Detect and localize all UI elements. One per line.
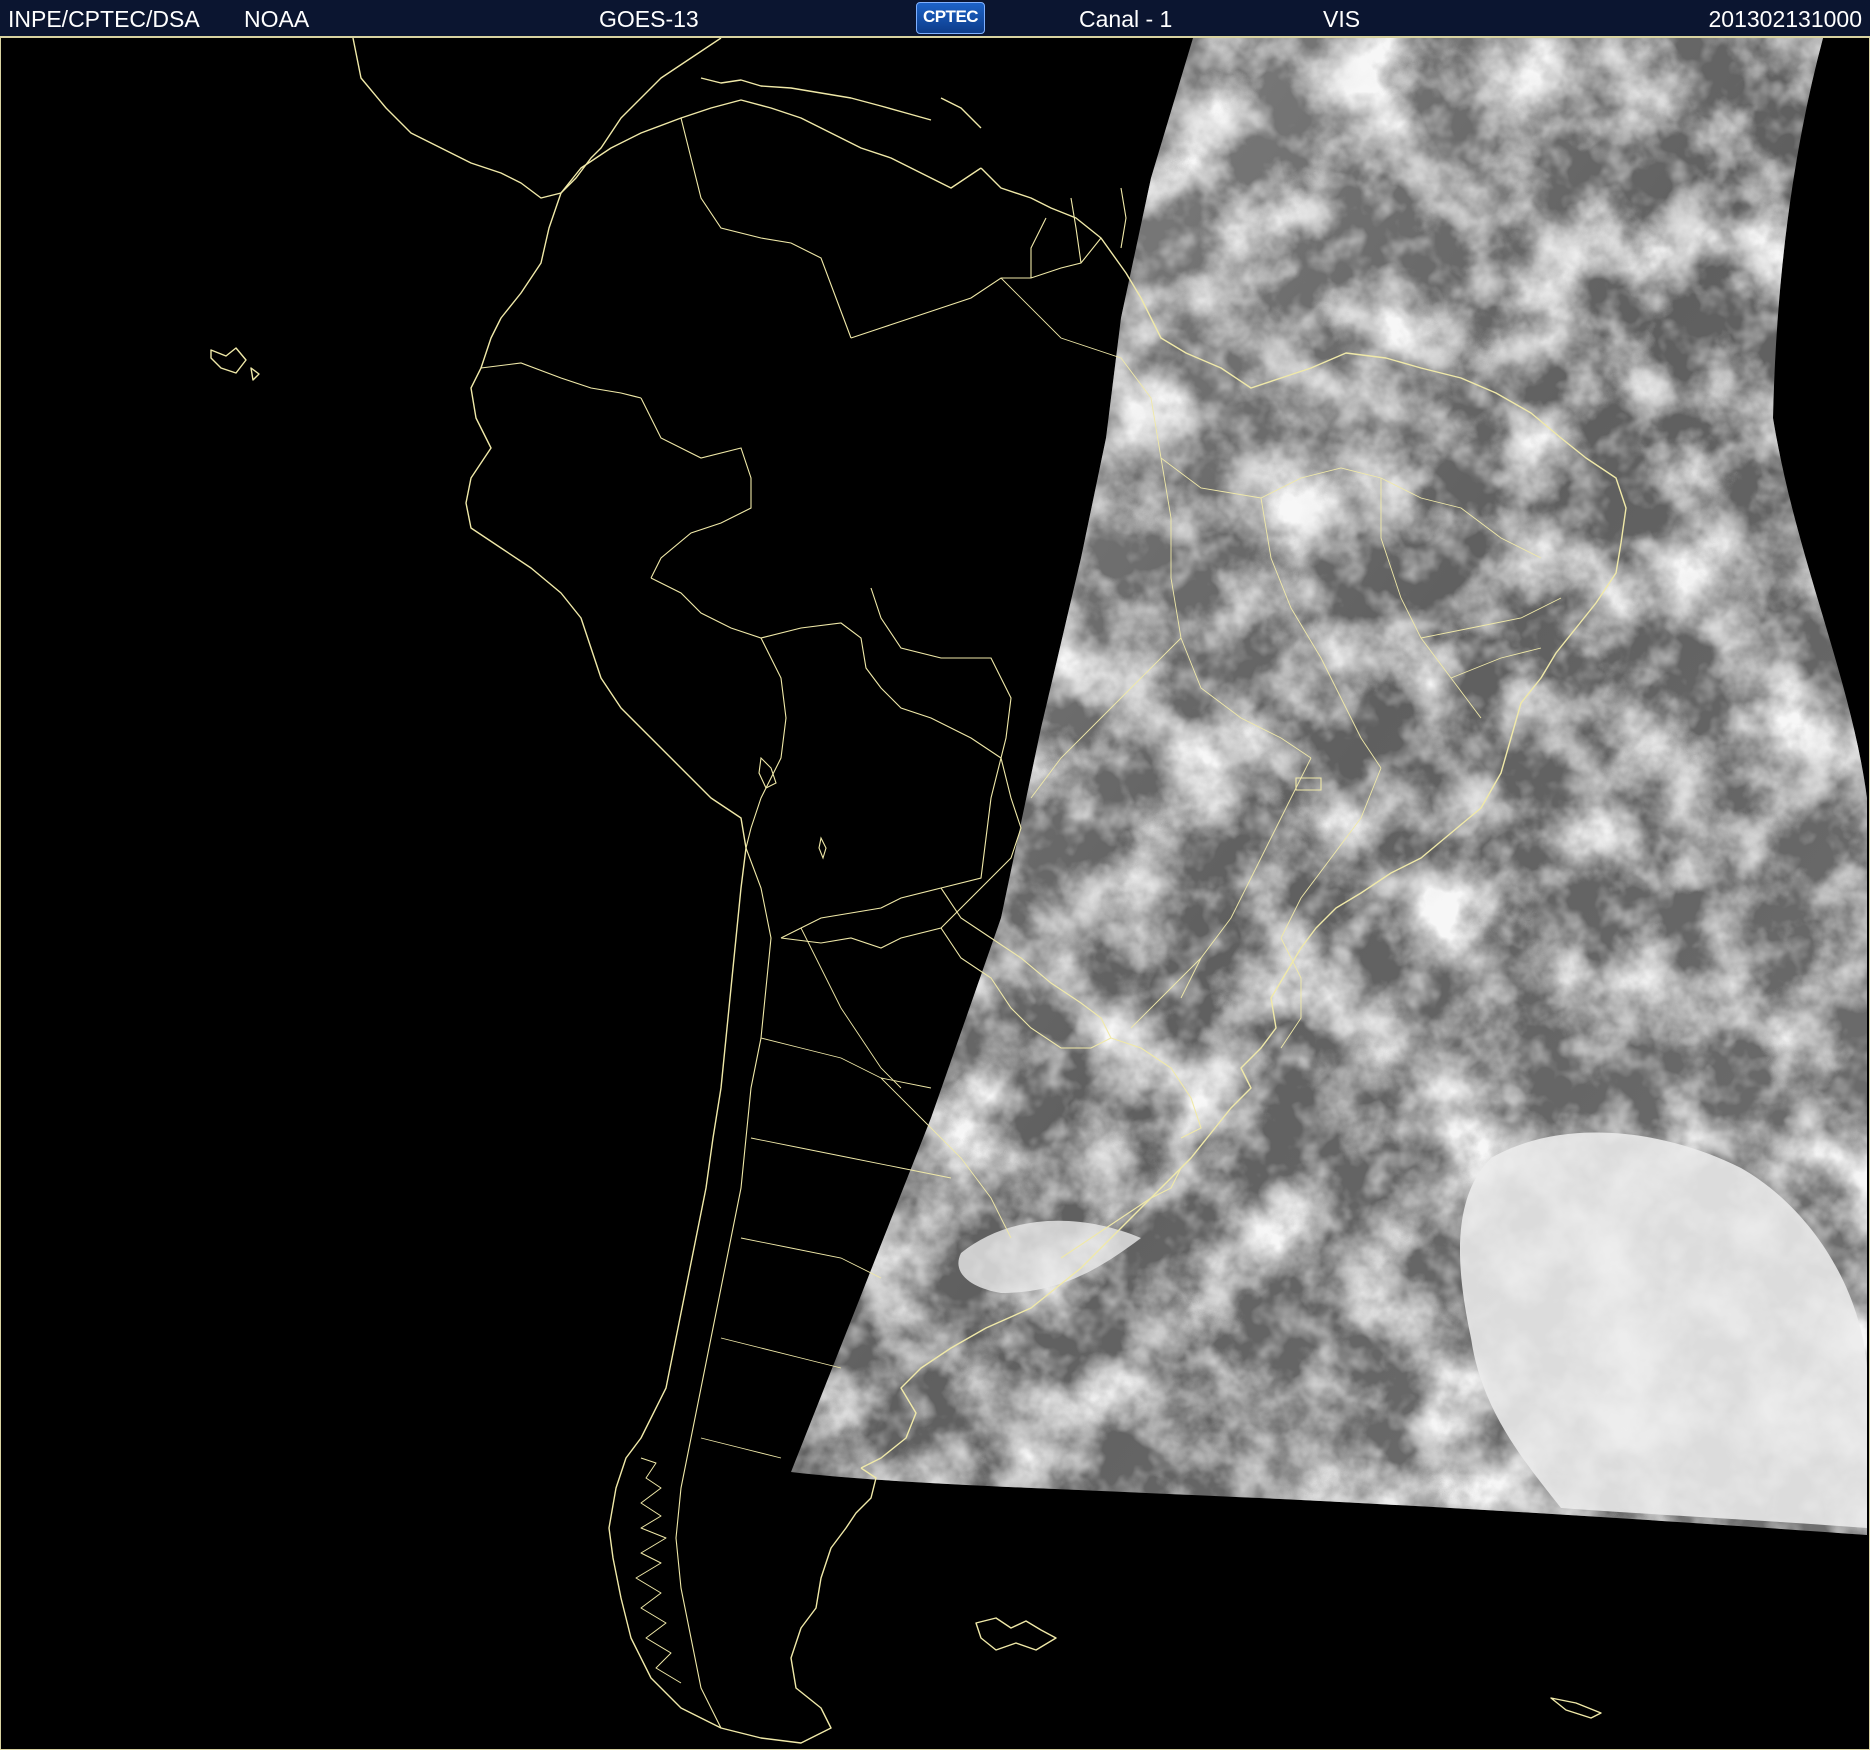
timestamp-label: 201302131000 xyxy=(1708,6,1863,32)
cptec-logo: CPTEC xyxy=(916,2,985,34)
institution-label: INPE/CPTEC/DSA xyxy=(8,6,200,32)
header-bar: INPE/CPTEC/DSA NOAA GOES-13 CPTEC Canal … xyxy=(0,0,1870,37)
logo-text: CPTEC xyxy=(922,7,979,26)
satellite-image-svg xyxy=(1,38,1869,1749)
satellite-label: GOES-13 xyxy=(599,6,699,32)
agency-label: NOAA xyxy=(244,6,310,32)
band-label: VIS xyxy=(1323,6,1361,32)
satellite-map xyxy=(0,37,1870,1750)
channel-label: Canal - 1 xyxy=(1079,6,1173,32)
